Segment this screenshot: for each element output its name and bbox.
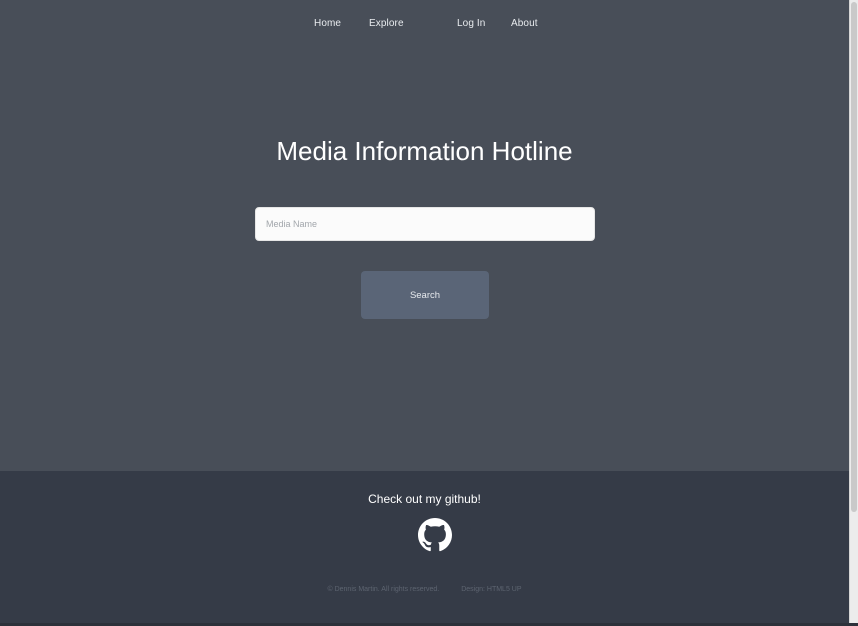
- top-nav: Home Explore Log In About: [0, 0, 849, 50]
- nav-login-link[interactable]: Log In: [457, 18, 485, 29]
- scrollbar-thumb[interactable]: [851, 2, 857, 512]
- nav-about-link[interactable]: About: [511, 18, 538, 29]
- page-title: Media Information Hotline: [276, 136, 573, 166]
- nav-explore-link[interactable]: Explore: [369, 18, 404, 29]
- github-link[interactable]: [418, 518, 452, 552]
- github-icon: [418, 518, 452, 552]
- vertical-scrollbar[interactable]: [849, 0, 858, 626]
- footer: Check out my github! © Dennis Martin. Al…: [0, 471, 849, 626]
- nav-home-link[interactable]: Home: [314, 18, 341, 29]
- page: Home Explore Log In About Media Informat…: [0, 0, 849, 626]
- design-credit-text: Design: HTML5 UP: [461, 586, 522, 593]
- copyright-line: © Dennis Martin. All rights reserved. De…: [0, 586, 849, 593]
- copyright-text: © Dennis Martin. All rights reserved.: [327, 586, 440, 593]
- media-name-input[interactable]: [255, 207, 595, 241]
- search-button[interactable]: Search: [361, 271, 489, 319]
- github-cta-text: Check out my github!: [368, 492, 481, 506]
